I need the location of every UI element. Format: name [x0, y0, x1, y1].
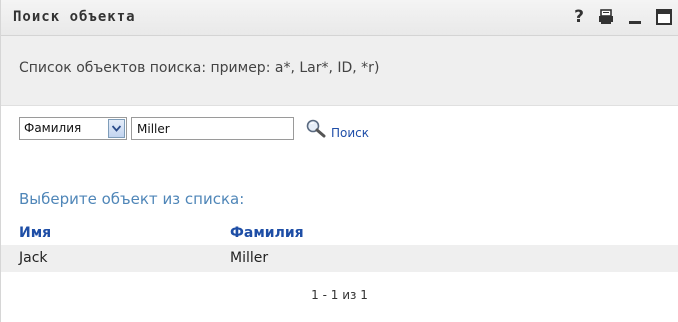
column-header-first-name[interactable]: Имя: [19, 225, 51, 241]
search-hint-bar: Список объектов поиска: пример: a*, Lar*…: [1, 36, 678, 106]
print-icon[interactable]: [598, 9, 614, 25]
column-header-last-name[interactable]: Фамилия: [230, 225, 304, 241]
cell-last-name: Miller: [230, 250, 269, 266]
search-button[interactable]: Поиск: [305, 117, 369, 141]
panel-title: Поиск объекта: [13, 9, 136, 25]
results-table: Имя Фамилия Jack Miller: [1, 222, 678, 272]
search-button-label: Поиск: [331, 126, 370, 140]
search-hint-text: Список объектов поиска: пример: a*, Lar*…: [19, 60, 380, 76]
table-header: Имя Фамилия: [19, 222, 678, 245]
chevron-down-icon[interactable]: [108, 119, 125, 138]
search-icon: [306, 119, 326, 138]
cell-first-name: Jack: [19, 250, 48, 266]
titlebar-actions: ?: [560, 7, 672, 27]
pagination-info: 1 - 1 из 1: [311, 288, 368, 302]
minimize-icon[interactable]: [628, 9, 642, 25]
maximize-icon[interactable]: [656, 9, 672, 25]
table-row[interactable]: Jack Miller: [1, 245, 678, 272]
help-icon[interactable]: ?: [574, 7, 584, 27]
search-field-selected: Фамилия: [24, 121, 82, 135]
object-search-panel: Поиск объекта ? Список объектов поиска: …: [0, 0, 678, 322]
search-input[interactable]: [131, 117, 294, 140]
search-field-select[interactable]: Фамилия: [19, 117, 127, 140]
results-caption: Выберите объект из списка:: [19, 190, 245, 208]
panel-titlebar: Поиск объекта ?: [1, 0, 678, 36]
